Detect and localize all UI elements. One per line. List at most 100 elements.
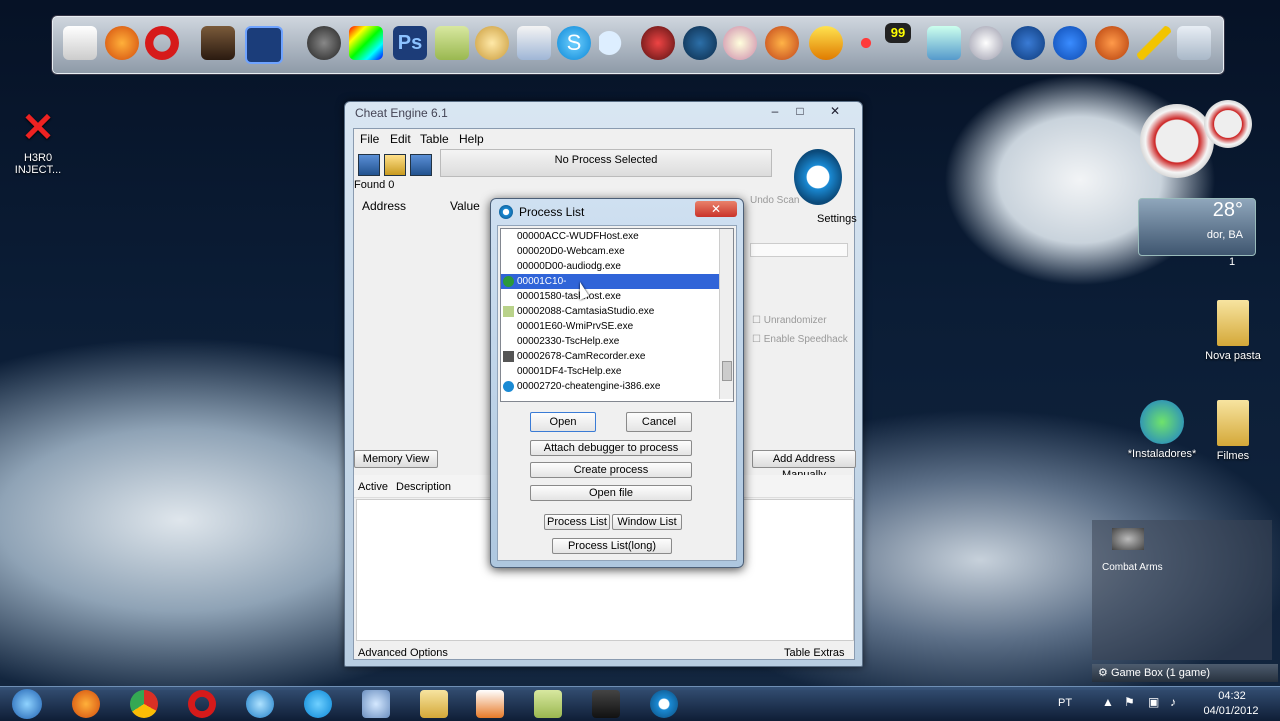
settings-icon[interactable] (475, 26, 509, 60)
color-icon[interactable] (349, 26, 383, 60)
advanced-options-button[interactable]: Advanced Options (358, 647, 448, 659)
process-list-long-button[interactable]: Process List(long) (552, 538, 672, 554)
undo-scan-button[interactable]: Undo Scan (750, 195, 806, 213)
photoshop-icon[interactable]: Ps (393, 26, 427, 60)
flame-icon[interactable] (765, 26, 799, 60)
skype-icon[interactable]: S (557, 26, 591, 60)
moon-icon[interactable] (599, 26, 633, 60)
photoshop-bridge-icon[interactable] (245, 26, 283, 64)
menu-edit[interactable]: Edit (390, 132, 411, 146)
flag-icon[interactable]: ⚑ (1124, 695, 1135, 709)
game-icon[interactable] (201, 26, 235, 60)
table-extras-button[interactable]: Table Extras (784, 647, 845, 659)
list-item[interactable]: 00001DF4-TscHelp.exe (501, 364, 719, 379)
hand-icon[interactable] (1095, 26, 1129, 60)
plane-icon[interactable] (1137, 26, 1171, 60)
list-item-selected[interactable]: 00001C10- (501, 274, 719, 289)
scan-value-field[interactable] (750, 243, 848, 257)
scrollbar-thumb[interactable] (722, 361, 732, 381)
ie-icon[interactable] (246, 690, 274, 718)
list-scrollbar[interactable] (719, 229, 733, 399)
add-address-button[interactable]: Add Address Manually (752, 450, 856, 481)
chrome-icon[interactable] (130, 690, 158, 718)
open-file-button[interactable]: Open file (530, 485, 692, 501)
filmes-folder[interactable]: Filmes (1208, 400, 1258, 462)
opera-icon[interactable] (145, 26, 179, 60)
camera-icon[interactable] (592, 690, 620, 718)
menu-table[interactable]: Table (420, 132, 449, 146)
process-list[interactable]: 00000ACC-WUDFHost.exe 000020D0-Webcam.ex… (500, 228, 734, 402)
list-item[interactable]: 000020D0-Webcam.exe (501, 244, 719, 259)
language-indicator[interactable]: PT (1058, 697, 1072, 709)
mail-icon[interactable] (517, 26, 551, 60)
instaladores-shortcut[interactable]: *Instaladores* (1120, 400, 1204, 460)
list-item[interactable]: 00002720-cheatengine-i386.exe (501, 379, 719, 394)
notepad-icon[interactable] (534, 690, 562, 718)
start-button-icon[interactable] (12, 689, 42, 719)
clock-date[interactable]: 04/01/2012 (1196, 705, 1266, 717)
menu-help[interactable]: Help (459, 132, 484, 146)
col-active[interactable]: Active (358, 481, 388, 493)
firefox-icon[interactable] (105, 26, 139, 60)
combat-arms-label[interactable]: Combat Arms (1102, 562, 1163, 573)
list-item[interactable]: 00002330-TscHelp.exe (501, 334, 719, 349)
opera-icon[interactable] (188, 690, 216, 718)
skype-icon[interactable] (304, 690, 332, 718)
weather-gadget[interactable]: 28° dor, BA (1138, 198, 1256, 256)
notepad-icon[interactable] (435, 26, 469, 60)
tray-arrow-icon[interactable]: ▲ (1102, 695, 1114, 709)
create-process-button[interactable]: Create process (530, 462, 692, 478)
media-icon[interactable] (476, 690, 504, 718)
nova-pasta-folder[interactable]: Nova pasta (1200, 300, 1266, 362)
network-icon[interactable]: ▣ (1148, 695, 1159, 709)
list-item[interactable]: 00002088-CamtasiaStudio.exe (501, 304, 719, 319)
cheatengine-icon[interactable] (650, 690, 678, 718)
dialog-close-button[interactable]: ✕ (695, 201, 737, 217)
menu-file[interactable]: File (360, 132, 379, 146)
tools-icon[interactable] (969, 26, 1003, 60)
firefox-icon[interactable] (72, 690, 100, 718)
list-item[interactable]: 00000ACC-WUDFHost.exe (501, 229, 719, 244)
memory-gauge-gadget[interactable] (1204, 100, 1252, 148)
cancel-button[interactable]: Cancel (626, 412, 692, 432)
people-icon[interactable] (362, 690, 390, 718)
explorer-icon[interactable] (420, 690, 448, 718)
gear-icon[interactable] (683, 26, 717, 60)
game-icon[interactable] (641, 26, 675, 60)
list-item[interactable]: 00001E60-WmiPrvSE.exe (501, 319, 719, 334)
clock-time[interactable]: 04:32 (1212, 690, 1252, 702)
flash-icon[interactable] (1053, 26, 1087, 60)
process-list-button[interactable]: Process List (544, 514, 610, 530)
col-address[interactable]: Address (362, 199, 406, 213)
volume-icon[interactable]: ♪ (1170, 695, 1176, 709)
unrandomizer-checkbox[interactable]: ☐ Unrandomizer (752, 315, 827, 326)
winamp-icon[interactable] (849, 26, 883, 60)
open-file-icon[interactable] (384, 154, 406, 176)
computer-icon[interactable] (927, 26, 961, 60)
cheatengine-icon[interactable] (307, 26, 341, 60)
trash-icon[interactable] (1177, 26, 1211, 60)
col-value[interactable]: Value (450, 199, 480, 213)
folder-icon[interactable] (63, 26, 97, 60)
gamebox-bar[interactable]: ⚙ Game Box (1 game) (1092, 664, 1278, 682)
attach-debugger-button[interactable]: Attach debugger to process (530, 440, 692, 456)
list-item[interactable]: 00002678-CamRecorder.exe (501, 349, 719, 364)
memory-view-button[interactable]: Memory View (354, 450, 438, 468)
inject-shortcut[interactable]: ✕ H3R0 INJECT... (8, 108, 68, 176)
save-icon[interactable] (410, 154, 432, 176)
window-list-button[interactable]: Window List (612, 514, 682, 530)
settings-label[interactable]: Settings (817, 213, 857, 225)
list-item[interactable]: 00001580-taskhost.exe (501, 289, 719, 304)
avast-icon[interactable] (1011, 26, 1045, 60)
col-description[interactable]: Description (396, 481, 451, 493)
maximize-button[interactable]: □ (789, 102, 811, 120)
bug-icon[interactable] (809, 26, 843, 60)
select-process-icon[interactable] (358, 154, 380, 176)
cpu-gauge-gadget[interactable] (1140, 104, 1214, 178)
minimize-button[interactable]: – (763, 102, 787, 120)
list-item[interactable]: 00000D00-audiodg.exe (501, 259, 719, 274)
speedhack-checkbox[interactable]: ☐ Enable Speedhack (752, 334, 848, 345)
open-button[interactable]: Open (530, 412, 596, 432)
close-button[interactable]: ✕ (815, 102, 855, 120)
paint-icon[interactable] (723, 26, 757, 60)
